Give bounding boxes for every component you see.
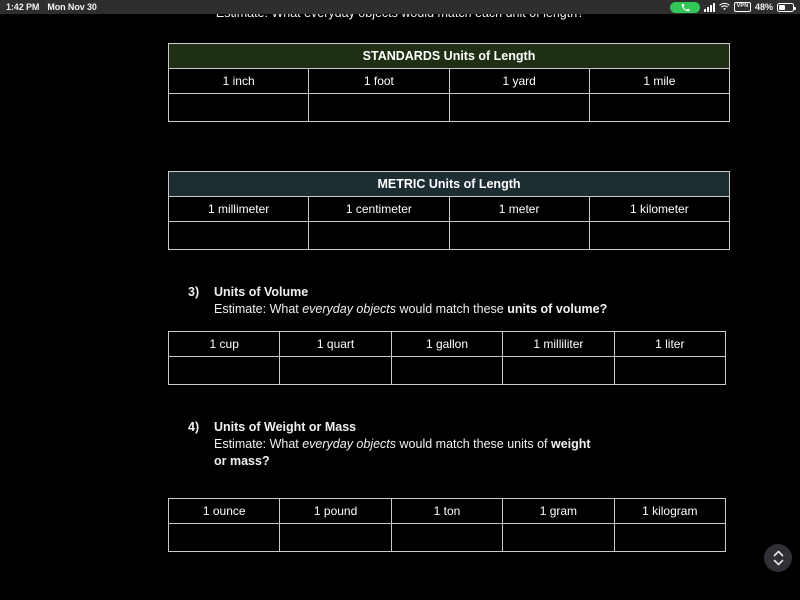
table-answer-row [167, 356, 727, 385]
answer-cell[interactable] [448, 221, 590, 250]
prompt-strong: units of volume? [507, 302, 608, 316]
answer-cell[interactable] [390, 523, 504, 552]
answer-cell[interactable] [390, 356, 504, 385]
answer-cell[interactable] [279, 356, 392, 385]
unit-cell: 1 pound [279, 498, 392, 524]
vpn-badge: VPN [734, 2, 751, 12]
unit-cell: 1 gallon [390, 331, 504, 357]
unit-cell: 1 kilogram [613, 498, 727, 524]
status-bar-right: VPN 48% [670, 1, 796, 13]
table-answer-row [167, 93, 731, 122]
standards-length-table: STANDARDS Units of Length 1 inch 1 foot … [167, 43, 731, 122]
chevron-up-icon [773, 550, 784, 557]
answer-cell[interactable] [167, 221, 310, 250]
unit-cell: 1 gram [502, 498, 615, 524]
table-unit-row: 1 millimeter 1 centimeter 1 meter 1 kilo… [167, 196, 731, 222]
section-prompt: Estimate: What everyday objects would ma… [214, 301, 708, 318]
table-banner-row: METRIC Units of Length [168, 171, 730, 197]
prompt-emphasis: everyday objects [302, 302, 397, 316]
prompt-text-part: Estimate: What [214, 437, 303, 451]
unit-cell: 1 quart [279, 331, 392, 357]
answer-cell[interactable] [502, 356, 615, 385]
volume-units-table: 1 cup 1 quart 1 gallon 1 milliliter 1 li… [167, 331, 727, 385]
prompt-text-part: Estimate: What [214, 302, 303, 316]
section-number: 3) [188, 285, 200, 299]
weight-mass-units-table: 1 ounce 1 pound 1 ton 1 gram 1 kilogram [167, 498, 727, 552]
unit-cell: 1 centimeter [308, 196, 450, 222]
metric-length-table: METRIC Units of Length 1 millimeter 1 ce… [167, 171, 731, 250]
unit-cell: 1 meter [448, 196, 590, 222]
battery-icon [777, 2, 796, 12]
metric-length-banner: METRIC Units of Length [168, 171, 730, 197]
answer-cell[interactable] [613, 356, 727, 385]
table-unit-row: 1 inch 1 foot 1 yard 1 mile [167, 68, 731, 94]
prompt-text-part: would match these units of [396, 437, 551, 451]
answer-cell[interactable] [448, 93, 590, 122]
prompt-emphasis: everyday objects [302, 437, 397, 451]
scroll-up-down-button[interactable] [764, 544, 792, 572]
document-canvas: Estimate: What everyday objects would ma… [0, 0, 800, 600]
status-bar-left: 1:42 PM Mon Nov 30 [6, 2, 97, 12]
table-banner-row: STANDARDS Units of Length [168, 43, 730, 69]
unit-cell: 1 milliliter [502, 331, 615, 357]
cellular-signal-icon [704, 2, 716, 12]
unit-cell: 1 cup [167, 331, 281, 357]
unit-cell: 1 kilometer [588, 196, 731, 222]
answer-cell[interactable] [167, 93, 310, 122]
unit-cell: 1 millimeter [167, 196, 310, 222]
answer-cell[interactable] [308, 93, 450, 122]
status-bar: 1:42 PM Mon Nov 30 VPN 48% [0, 0, 800, 14]
section-prompt: Estimate: What everyday objects would ma… [214, 436, 598, 470]
answer-cell[interactable] [167, 523, 281, 552]
prompt-text-part: would match these [396, 302, 508, 316]
section-number: 4) [188, 420, 200, 434]
table-answer-row [167, 523, 727, 552]
unit-cell: 1 ounce [167, 498, 281, 524]
section-units-of-volume: 3) Units of Volume Estimate: What everyd… [188, 284, 708, 318]
answer-cell[interactable] [613, 523, 727, 552]
section-units-of-weight-or-mass: 4) Units of Weight or Mass Estimate: Wha… [188, 419, 598, 470]
answer-cell[interactable] [588, 93, 731, 122]
answer-cell[interactable] [279, 523, 392, 552]
standards-length-banner: STANDARDS Units of Length [168, 43, 730, 69]
table-unit-row: 1 ounce 1 pound 1 ton 1 gram 1 kilogram [167, 498, 727, 524]
wifi-icon [719, 2, 730, 13]
unit-cell: 1 liter [613, 331, 727, 357]
status-time: 1:42 PM [6, 2, 40, 12]
answer-cell[interactable] [167, 356, 281, 385]
answer-cell[interactable] [502, 523, 615, 552]
answer-cell[interactable] [308, 221, 450, 250]
unit-cell: 1 foot [308, 68, 450, 94]
table-answer-row [167, 221, 731, 250]
phone-handset-icon[interactable] [670, 1, 701, 13]
status-date: Mon Nov 30 [47, 2, 97, 12]
battery-percent-label: 48% [754, 2, 773, 12]
section-title: Units of Weight or Mass [214, 420, 357, 434]
unit-cell: 1 ton [390, 498, 504, 524]
unit-cell: 1 mile [588, 68, 731, 94]
table-unit-row: 1 cup 1 quart 1 gallon 1 milliliter 1 li… [167, 331, 727, 357]
chevron-down-icon [773, 559, 784, 566]
section-title: Units of Volume [214, 285, 309, 299]
unit-cell: 1 inch [167, 68, 310, 94]
unit-cell: 1 yard [448, 68, 590, 94]
answer-cell[interactable] [588, 221, 731, 250]
